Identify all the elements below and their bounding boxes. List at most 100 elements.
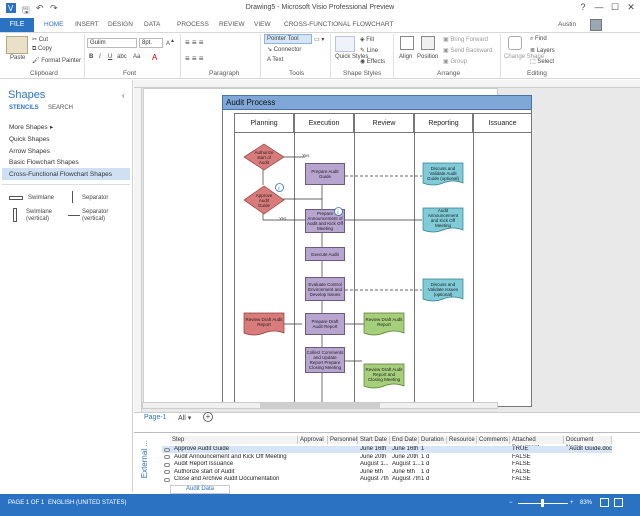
separator-vertical-master[interactable]: Separator (vertical) <box>82 209 126 223</box>
change-shape-icon[interactable] <box>508 36 522 50</box>
zoom-slider-thumb[interactable] <box>541 499 544 507</box>
tab-file[interactable]: FILE <box>0 18 34 32</box>
all-pages-dropdown[interactable]: All ▾ <box>178 414 191 422</box>
bullets-icon[interactable]: ≡ ≡ ≡ <box>185 54 203 63</box>
column-header-document-name[interactable]: Document Name <box>564 436 612 451</box>
lane-planning[interactable]: Planning <box>234 113 294 133</box>
audit-data-tab[interactable]: Audit Data <box>170 485 230 494</box>
tab-insert[interactable]: INSERT <box>75 21 99 28</box>
fill-button[interactable]: ◈ Fill <box>360 36 374 43</box>
avatar[interactable] <box>590 19 602 31</box>
tab-cross-functional[interactable]: CROSS-FUNCTIONAL FLOWCHART <box>284 21 393 28</box>
connector-button[interactable]: ↘ Connector <box>267 46 301 53</box>
position-icon[interactable] <box>421 36 435 50</box>
bring-forward-button[interactable]: ▣ Bring Forward <box>443 36 488 43</box>
align-button[interactable]: Align <box>399 54 412 60</box>
align-icon[interactable] <box>400 36 414 50</box>
strikethrough-button[interactable]: abc <box>117 54 127 60</box>
column-header-comments[interactable]: Comments <box>477 436 510 444</box>
column-header-start-date[interactable]: Start Date <box>358 436 390 444</box>
rectangle-icon[interactable]: ▭ ▾ <box>314 36 324 43</box>
process-prepare-audit-guide[interactable]: Prepare Audit Guide <box>305 163 345 185</box>
process-evaluate-control[interactable]: Evaluate Control Environment and Develop… <box>305 277 345 301</box>
maximize-button[interactable]: ☐ <box>607 2 623 14</box>
send-backward-button[interactable]: ▣ Send Backward <box>443 47 492 54</box>
text-tool-button[interactable]: A Text <box>267 57 283 63</box>
paste-button[interactable]: Paste <box>10 55 25 61</box>
fit-page-icon[interactable] <box>600 498 609 507</box>
collapse-panel-icon[interactable]: ‹ <box>122 91 125 100</box>
find-button[interactable]: ⌕ Find <box>530 36 547 43</box>
tab-home[interactable]: HOME <box>44 21 64 28</box>
user-name[interactable]: Austin <box>558 21 576 28</box>
pointer-tool-button[interactable]: Pointer Tool <box>264 34 312 44</box>
close-button[interactable]: ✕ <box>623 2 639 14</box>
column-header-end-date[interactable]: End Date <box>390 436 419 444</box>
swimlane-icon[interactable] <box>9 196 23 200</box>
stencils-tab[interactable]: STENCILS <box>9 105 39 111</box>
scrollbar-thumb[interactable] <box>260 403 380 408</box>
separator-vertical-icon[interactable] <box>68 215 80 216</box>
switch-windows-icon[interactable] <box>614 498 623 507</box>
underline-button[interactable]: U <box>108 54 112 60</box>
more-shapes-item[interactable]: More Shapes <box>9 124 48 131</box>
quick-shapes-item[interactable]: Quick Shapes <box>9 136 49 143</box>
basic-flowchart-item[interactable]: Basic Flowchart Shapes <box>9 159 79 166</box>
position-button[interactable]: Position <box>417 54 438 60</box>
page-tab[interactable]: Page-1 <box>144 414 167 421</box>
swimlane-vertical-icon[interactable] <box>13 208 17 222</box>
column-header-attached-document[interactable]: Attached Document <box>510 436 564 451</box>
lane-reporting[interactable]: Reporting <box>414 113 473 133</box>
font-color-icon[interactable]: A <box>152 53 157 62</box>
column-header-personnel[interactable]: Personnel <box>328 436 358 444</box>
bold-button[interactable]: B <box>89 54 93 60</box>
help-button[interactable]: ? <box>575 2 591 14</box>
zoom-level[interactable]: 83% <box>580 500 592 506</box>
swimlane-master[interactable]: Swimlane <box>28 195 54 201</box>
line-button[interactable]: ✎ Line <box>360 47 378 54</box>
font-size-select[interactable]: 8pt. <box>139 38 163 48</box>
lane-issuance[interactable]: Issuance <box>473 113 532 133</box>
font-case-button[interactable]: Aa <box>133 54 140 60</box>
status-language[interactable]: ENGLISH (UNITED STATES) <box>48 500 126 506</box>
group-button[interactable]: ▣ Group <box>443 58 467 65</box>
tab-process[interactable]: PROCESS <box>177 21 209 28</box>
paste-icon[interactable] <box>6 36 28 54</box>
info-icon[interactable]: i <box>334 207 343 216</box>
lane-review[interactable]: Review <box>354 113 414 133</box>
zoom-out-icon[interactable]: − <box>509 500 513 506</box>
tab-view[interactable]: VIEW <box>254 21 271 28</box>
tab-design[interactable]: DESIGN <box>108 21 133 28</box>
separator-master[interactable]: Separator <box>82 195 108 201</box>
font-name-select[interactable]: Gulim <box>87 38 137 48</box>
select-button[interactable]: ⬚ Select <box>530 58 554 65</box>
lane-execution[interactable]: Execution <box>294 113 354 133</box>
process-execute-audit[interactable]: Execute Audit <box>305 247 345 261</box>
effects-button[interactable]: ◉ Effects <box>360 58 385 65</box>
add-page-button[interactable]: + <box>203 412 213 422</box>
save-icon[interactable]: 🖫 <box>22 3 30 19</box>
grow-font-icon[interactable]: A▲ <box>166 38 175 47</box>
chevron-right-icon[interactable]: ▸ <box>50 123 53 131</box>
arrow-shapes-item[interactable]: Arrow Shapes <box>9 148 50 155</box>
separator-icon[interactable] <box>72 191 73 203</box>
column-header-duration[interactable]: Duration <box>419 436 447 444</box>
align-text-icon[interactable]: ≡ ≡ ≡ <box>185 38 203 47</box>
status-page[interactable]: PAGE 1 OF 1 <box>8 500 44 506</box>
process-prepare-draft[interactable]: Prepare Draft Audit Report <box>305 313 345 335</box>
swimlane-vertical-master[interactable]: Swimlane (vertical) <box>26 209 66 223</box>
redo-icon[interactable]: ↷ <box>50 3 58 14</box>
tab-review[interactable]: REVIEW <box>219 21 245 28</box>
column-header-approval[interactable]: Approval <box>298 436 328 444</box>
undo-icon[interactable]: ↶ <box>36 3 44 14</box>
search-tab[interactable]: SEARCH <box>48 105 73 111</box>
quick-styles-icon[interactable] <box>335 36 355 52</box>
tab-data[interactable]: DATA <box>144 21 160 28</box>
process-collect-comments[interactable]: Collect Comments and Update Report Prepa… <box>305 347 345 373</box>
cut-button[interactable]: ✂ Cut <box>32 36 48 43</box>
zoom-in-icon[interactable]: + <box>570 500 574 506</box>
copy-button[interactable]: ⧉ Copy <box>32 46 52 53</box>
info-icon[interactable]: i <box>275 183 284 192</box>
column-header-resource[interactable]: Resource <box>447 436 477 444</box>
format-painter-button[interactable]: 🖌 Format Painter <box>32 57 81 64</box>
